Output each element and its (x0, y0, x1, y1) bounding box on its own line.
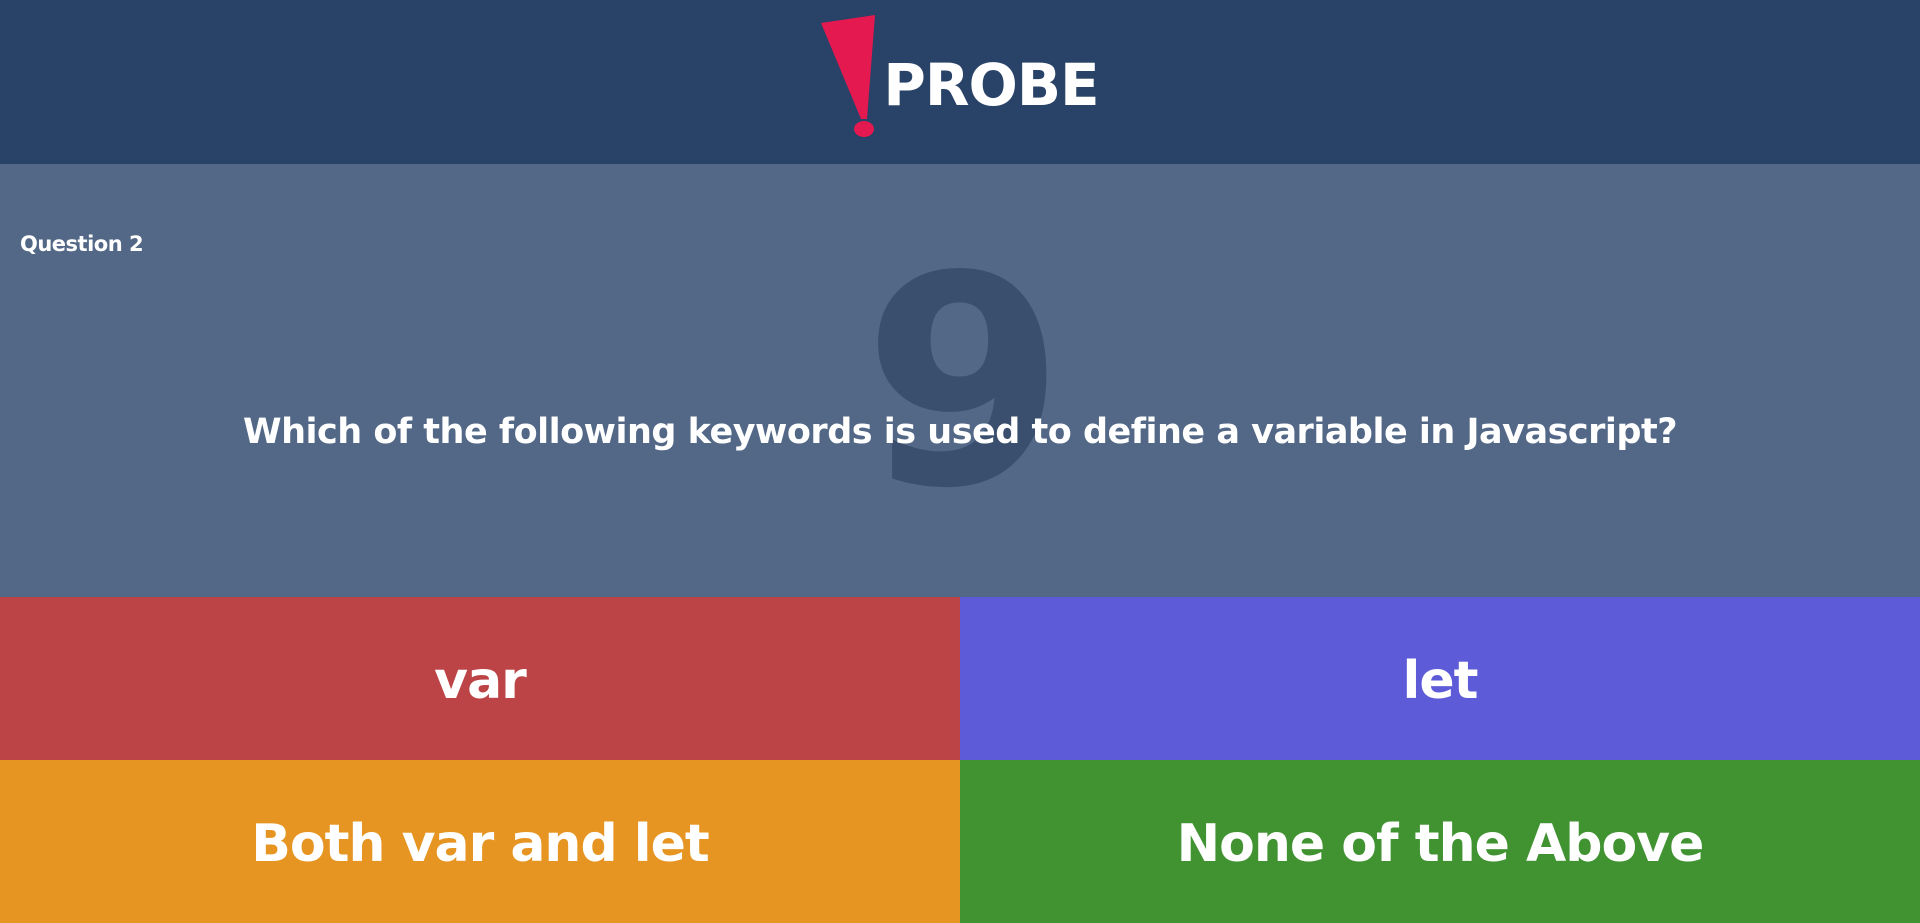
exclamation-icon (821, 15, 876, 137)
question-panel: Question 2 9 Which of the following keyw… (0, 164, 1920, 597)
answer-button-4[interactable]: None of the Above (960, 760, 1920, 923)
logo-text: PROBE (883, 51, 1099, 119)
answer-button-3[interactable]: Both var and let (0, 760, 960, 923)
probe-logo: PROBE (821, 15, 1100, 141)
answer-label: Both var and let (251, 813, 709, 874)
question-text: Which of the following keywords is used … (242, 412, 1678, 452)
countdown-timer: 9 (863, 215, 1065, 552)
answer-button-2[interactable]: let (960, 597, 1920, 760)
answer-label: None of the Above (1176, 813, 1705, 874)
app-header: PROBE (0, 0, 1920, 164)
answer-label: var (434, 650, 527, 711)
answer-button-1[interactable]: var (0, 597, 960, 760)
answer-label: let (1402, 650, 1479, 711)
